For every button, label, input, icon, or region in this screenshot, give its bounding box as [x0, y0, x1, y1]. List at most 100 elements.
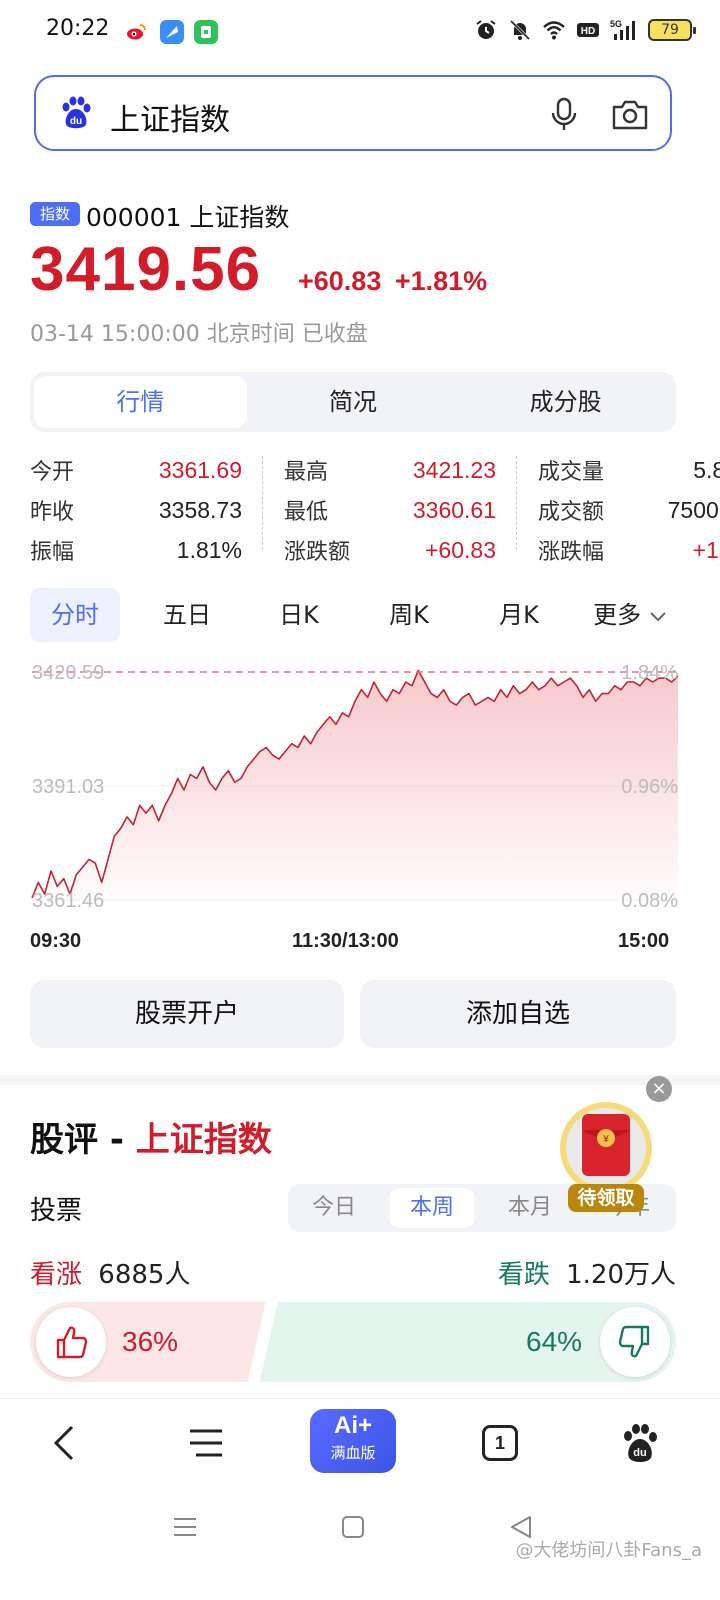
quote-value: 3358.73	[158, 496, 242, 523]
bearish-count: 1.20万人	[566, 1260, 676, 1290]
quote-value: 3360.61	[412, 496, 496, 523]
vote-tab-today[interactable]: 今日	[292, 1188, 376, 1228]
menu-icon[interactable]	[184, 1421, 228, 1465]
bullish-count: 6885人	[98, 1260, 191, 1290]
bearish-percent: 64%	[526, 1326, 583, 1357]
svg-text:5G: 5G	[610, 19, 622, 29]
mute-bell-icon	[509, 19, 531, 41]
quote-col-3: 成交量 5.83 成交额 7500.4 涨跌幅 +1.8	[538, 450, 720, 570]
comment-section-title: 股评 - 上证指数	[30, 1112, 272, 1161]
tab-market[interactable]: 行情	[34, 376, 247, 428]
open-account-button[interactable]: 股票开户	[30, 980, 344, 1048]
quote-label: 振幅	[30, 540, 75, 565]
section-divider	[0, 1075, 720, 1085]
recent-apps-icon[interactable]	[170, 1512, 200, 1542]
change-amount: +60.83	[298, 266, 382, 296]
weibo-icon	[124, 20, 148, 44]
baidu-home-icon[interactable]: du	[618, 1421, 662, 1465]
x-tick: 09:30	[30, 930, 82, 952]
tab-daily-k[interactable]: 日K	[254, 588, 344, 642]
svg-text:du: du	[633, 1447, 646, 1459]
quote-row: 最高 3421.23	[284, 450, 496, 490]
index-tag: 指数	[30, 202, 80, 226]
tabs-count-button[interactable]: 1	[482, 1425, 518, 1461]
y-tick-right: 0.08%	[621, 890, 678, 912]
status-bar: 20:22 HD 5G 79	[0, 0, 720, 64]
signal-5g-icon: 5G	[610, 19, 635, 40]
quote-row: 今开 3361.69	[30, 450, 242, 490]
svg-text:HD: HD	[581, 26, 595, 37]
tab-more[interactable]: 更多	[582, 588, 678, 642]
back-arrow-icon[interactable]	[44, 1421, 88, 1465]
quote-value: +60.83	[425, 536, 496, 563]
claim-label[interactable]: 待领取	[568, 1184, 644, 1212]
y-tick-left: 3420.59	[32, 662, 104, 684]
x-tick: 15:00	[618, 930, 670, 952]
quote-value: 3421.23	[412, 456, 496, 483]
tab-overview[interactable]: 简况	[247, 376, 460, 428]
tab-intraday[interactable]: 分时	[30, 588, 120, 642]
quote-label: 最低	[284, 500, 329, 525]
quote-value: 1.81%	[176, 536, 242, 563]
thumbs-up-icon	[56, 1326, 88, 1359]
intraday-chart[interactable]: 3420.59 3391.03 3361.46 1.84% 0.96% 0.08…	[0, 650, 720, 960]
quote-label: 成交量	[538, 460, 605, 485]
quote-label: 最高	[284, 460, 329, 485]
market-timestamp: 03-14 15:00:00 北京时间 已收盘	[30, 322, 368, 347]
camera-icon[interactable]	[610, 97, 650, 133]
close-packet-button[interactable]: ×	[646, 1076, 672, 1102]
green-app-icon	[194, 20, 218, 44]
thumbs-up-button[interactable]	[36, 1307, 106, 1377]
vote-label: 投票	[30, 1196, 83, 1226]
bullish-summary: 看涨 6885人	[30, 1254, 190, 1291]
hd-icon: HD	[577, 23, 599, 37]
current-price: 3419.56	[30, 235, 262, 304]
alarm-icon	[476, 20, 496, 39]
ai-assistant-button[interactable]: Ai+ 满血版	[310, 1409, 396, 1473]
ai-title: Ai+	[333, 1412, 372, 1439]
quote-row: 昨收 3358.73	[30, 490, 242, 530]
ai-subtitle: 满血版	[330, 1444, 376, 1462]
quote-grid: 今开 3361.69 昨收 3358.73 振幅 1.81% 最高 3421.23 最低…	[30, 450, 720, 570]
tab-monthly-k[interactable]: 月K	[474, 588, 564, 642]
search-input[interactable]: 上证指数	[110, 95, 230, 139]
more-label: 更多	[593, 601, 642, 629]
bearish-label: 看跌	[497, 1260, 550, 1290]
quote-label: 成交额	[538, 500, 605, 525]
wifi-icon	[543, 21, 565, 40]
battery-indicator: 79	[648, 19, 696, 41]
y-tick-left: 3361.46	[32, 890, 104, 912]
tab-constituents[interactable]: 成分股	[459, 376, 672, 428]
index-code-name: 000001 上证指数	[86, 203, 290, 232]
quote-row: 最低 3360.61	[284, 490, 496, 530]
quote-value: 3361.69	[158, 456, 242, 483]
quote-col-1: 今开 3361.69 昨收 3358.73 振幅 1.81%	[30, 450, 242, 570]
info-tabs: 行情 简况 成分股	[30, 372, 676, 432]
sentiment-bar: 36% 64%	[30, 1302, 676, 1382]
period-tabs: 分时 五日 日K 周K 月K 更多	[30, 588, 676, 642]
search-bar[interactable]: du 上证指数	[34, 75, 672, 151]
thumbs-down-button[interactable]	[600, 1307, 670, 1377]
column-divider	[262, 456, 263, 550]
tab-five-day[interactable]: 五日	[142, 588, 232, 642]
vote-tab-week[interactable]: 本周	[390, 1188, 474, 1228]
quote-col-2: 最高 3421.23 最低 3360.61 涨跌额 +60.83	[284, 450, 496, 570]
quote-value: 7500.4	[667, 496, 720, 523]
quote-label: 涨跌额	[284, 540, 351, 565]
microphone-icon[interactable]	[548, 97, 580, 133]
chevron-down-icon	[650, 612, 666, 622]
baidu-paw-icon: du	[62, 96, 91, 129]
quote-label: 涨跌幅	[538, 540, 605, 565]
quote-value: +1.8	[692, 536, 720, 563]
price-change: +60.83 +1.81%	[298, 266, 487, 297]
bullish-label: 看涨	[30, 1260, 83, 1290]
bottom-navigation: Ai+ 满血版 1 du	[0, 1398, 720, 1488]
tab-weekly-k[interactable]: 周K	[364, 588, 454, 642]
quote-label: 昨收	[30, 500, 75, 525]
svg-text:¥: ¥	[602, 1134, 609, 1145]
add-watchlist-button[interactable]: 添加自选	[360, 980, 676, 1048]
y-tick-right: 1.84%	[621, 662, 678, 684]
home-icon[interactable]	[338, 1512, 368, 1542]
quote-value: 5.83	[693, 456, 720, 483]
quote-row: 涨跌幅 +1.8	[538, 530, 720, 570]
